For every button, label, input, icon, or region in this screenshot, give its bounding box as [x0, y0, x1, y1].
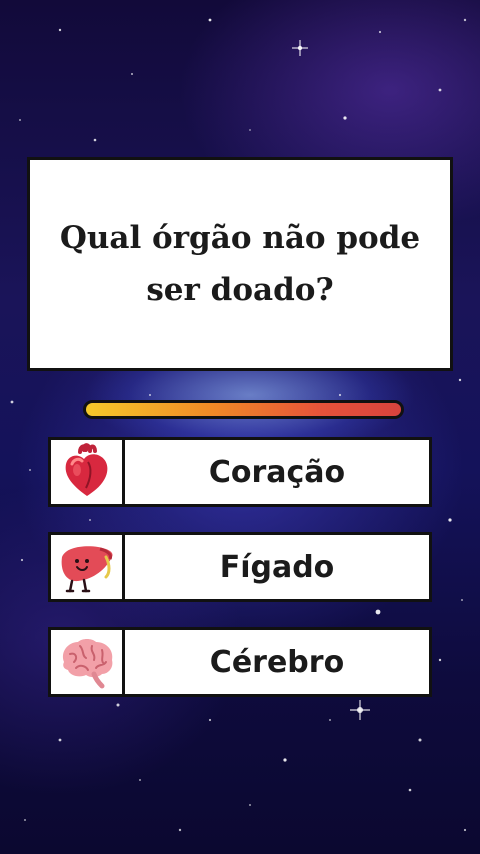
timer-bar-fill: [86, 403, 401, 416]
answer-option-2[interactable]: Fígado: [48, 532, 432, 602]
starfield-background: [10, 18, 467, 832]
brain-organ-icon: [51, 630, 125, 694]
answer-option-2-label: Fígado: [219, 549, 335, 585]
question-card: Qual órgão não pode ser doado?: [27, 157, 453, 371]
answer-option-3[interactable]: Cérebro: [48, 627, 432, 697]
liver-organ-icon: [51, 535, 125, 599]
heart-organ-icon: [51, 440, 125, 504]
answer-option-1-label: Coração: [208, 454, 346, 490]
answer-option-3-label: Cérebro: [209, 644, 345, 680]
timer-bar: [83, 400, 404, 419]
question-text: Qual órgão não pode ser doado?: [59, 220, 421, 308]
answer-option-1[interactable]: Coração: [48, 437, 432, 507]
